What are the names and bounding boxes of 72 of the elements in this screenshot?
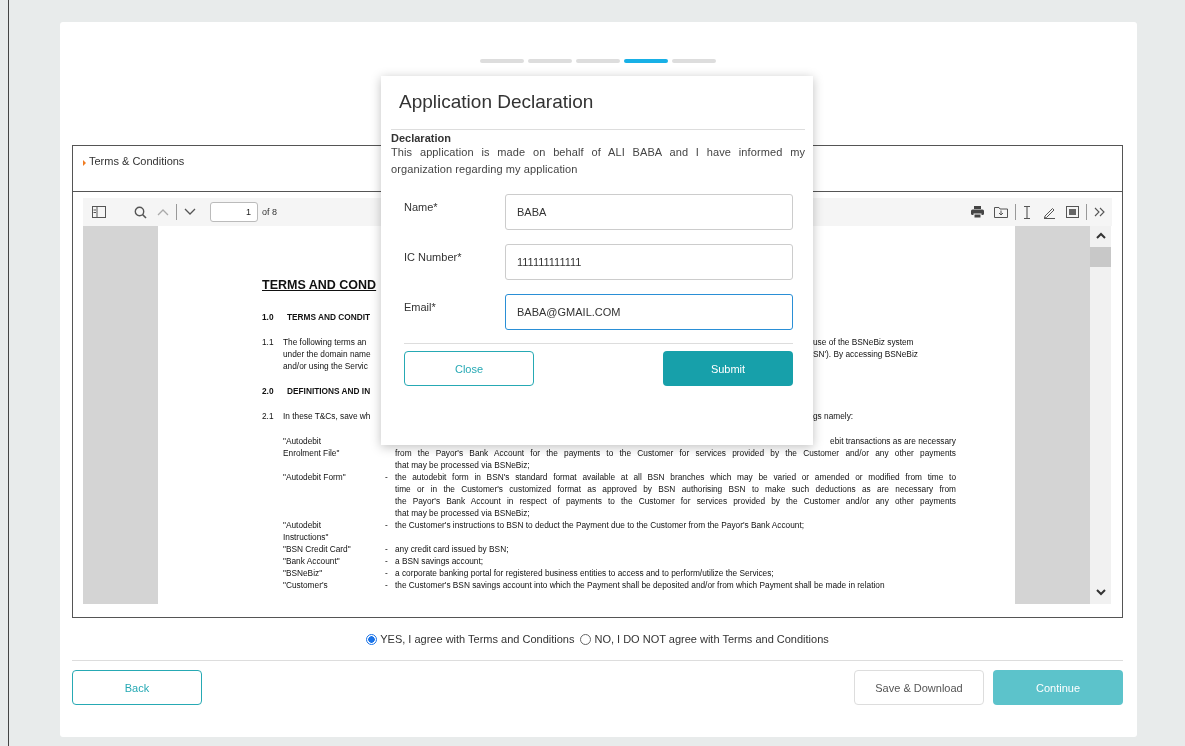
radio-button[interactable] [366,633,378,645]
defined-term: "BSNeBiz" [283,567,324,579]
dash: - [385,556,388,566]
radio-label[interactable]: YES, I agree with Terms and Conditions [380,633,575,645]
document-text: any credit card issued by BSN; [395,543,510,555]
sidebar-toggle-icon[interactable] [92,206,106,218]
defined-term: "Autodebit [283,435,322,447]
declaration-text: This application is made on behalf of ALI BABA and I have informed my organization regarding my application [391,145,805,177]
save-download-button[interactable]: Save & Download [854,670,984,705]
defined-term: Enrolment File" [283,447,341,459]
clause-number: 1.1 [262,336,275,349]
document-text: SN'). By accessing BSNeBiz [813,348,918,360]
document-text: DEFINITIONS AND IN [287,385,372,397]
defined-term: "BSN Credit Card" [283,543,352,555]
document-text: that may be processed via BSNeBiz; [395,459,531,471]
dialog-title: Application Declaration [398,90,595,114]
dash: - [385,568,388,578]
field-label: IC Number* [404,250,463,263]
clause-number: 2.0 [262,385,275,397]
document-heading: TERMS AND COND [262,278,378,294]
document-text: that may be processed via BSNeBiz; [395,507,531,519]
document-text: a corporate banking portal for registered business entities to access and to perform/utilize the Services; [395,567,775,579]
radio-label[interactable]: NO, I DO NOT agree with Terms and Conditions [594,633,829,645]
document-text: gs namely: [813,410,854,422]
chevron-down-icon[interactable] [1095,589,1106,596]
document-text: and/or using the Servic [283,360,369,372]
chevron-up-icon[interactable] [1095,232,1106,239]
document-text: TERMS AND CONDIT [287,311,372,323]
dash: - [385,580,388,590]
bullet-icon [83,160,86,166]
document-text: In these T&Cs, save wh [283,410,372,422]
image-icon[interactable] [1066,206,1079,218]
defined-term: "Bank Account" [283,555,341,567]
scroll-thumb[interactable] [1090,247,1111,267]
document-text: a BSN savings account; [395,555,485,567]
defined-term: "Customer's [283,579,329,591]
clause-number: 1.0 [262,311,275,323]
pen-icon[interactable] [1043,205,1056,219]
input-field[interactable]: 111111111111 [505,244,793,280]
document-text: the autodebit form in BSN's standard format available at all BSN branches which may be varied or amended or modified from time to [395,471,956,483]
document-text: use of the BSNeBiz system [813,336,915,348]
document-text: ebit transactions as are necessary [829,435,956,447]
document-text: The following terms an [283,336,368,348]
defined-term: "Autodebit Form" [283,471,347,483]
dash: - [385,472,388,482]
document-text: under the domain name [283,348,372,360]
page-count: of 8 [262,207,277,217]
defined-term: Instructions" [283,531,330,543]
defined-term: "Autodebit [283,519,322,531]
double-chevron-icon[interactable] [1094,207,1106,217]
field-label: Email* [404,300,437,313]
text-cursor-icon[interactable] [1023,205,1031,219]
document-text: from the Payor's Bank Account for the payments to the Customer for services provided by the Customer and/or any other payments [395,447,956,459]
scrollbar[interactable] [1090,226,1111,604]
declaration-heading: Declaration [391,132,452,144]
document-text: time or in the Customer's customized format as approved by BSN authorising BSN to make such deductions as are necessary from [395,483,956,495]
dash: - [385,520,388,530]
page-number-field[interactable]: 1 [210,202,258,222]
input-field[interactable]: BABA@GMAIL.COM [505,294,793,330]
chevron-down-icon[interactable] [184,208,196,216]
folder-download-icon[interactable] [994,206,1008,218]
document-text: the Payor's Bank Account in respect of payments to the Customer for services provided by the Customer and/or any other payments [395,495,956,507]
panel-title: Terms & Conditions [89,155,185,167]
document-text: the Customer's instructions to BSN to deduct the Payment due to the Customer from the Payor's Bank Account; [395,519,805,531]
document-text: the Customer's BSN savings account into which the Payment shall be deposited and/or from which Payment shall be made in relation [395,579,886,591]
print-icon[interactable] [971,206,984,218]
radio-button[interactable] [580,633,592,645]
clause-number: 2.1 [262,410,275,422]
field-label: Name* [404,200,439,213]
search-icon[interactable] [134,205,147,219]
dash: - [385,544,388,554]
input-field[interactable]: BABA [505,194,793,230]
